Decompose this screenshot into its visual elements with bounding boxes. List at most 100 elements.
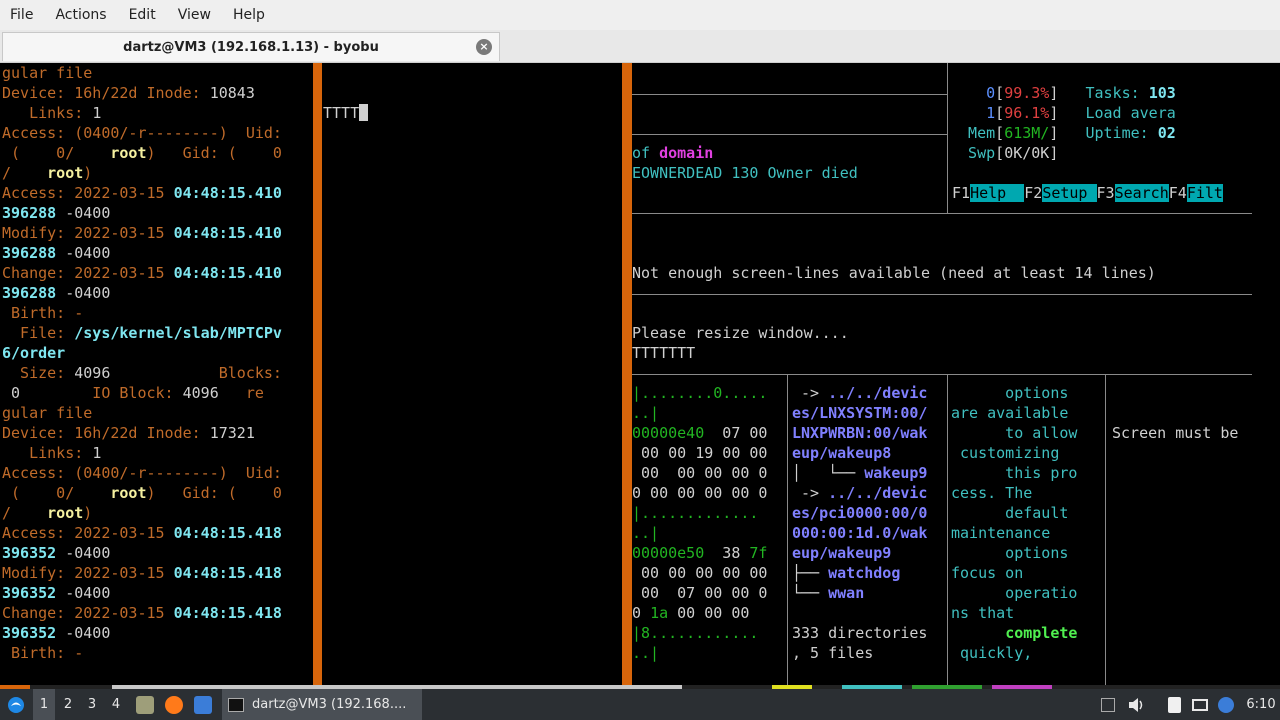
terminal-text: 613M/: [1004, 124, 1050, 142]
typed-text: TTTT: [323, 104, 360, 122]
terminal-text: 04:48:15.410: [173, 224, 282, 242]
fkey-f1[interactable]: F1: [952, 184, 970, 202]
firefox-icon: [165, 695, 183, 714]
file-manager-launcher[interactable]: [134, 689, 156, 720]
tree-line: eup/wakeup9: [792, 543, 944, 563]
tree-line: 000:00:1d.0/wak: [792, 523, 944, 543]
menu-file[interactable]: File: [2, 7, 41, 23]
tree-line: │ └── wakeup9: [792, 463, 944, 483]
terminal-text: /: [2, 164, 48, 182]
fkey-label[interactable]: Help: [970, 184, 1025, 202]
errno-pane[interactable]: of domain EOWNERDEAD 130 Owner died: [632, 143, 947, 183]
terminal-text: 00 00 00 00 0: [632, 464, 768, 482]
manpage-line: maintenance: [951, 523, 1103, 543]
terminal-area[interactable]: gular file Device: 16h/22d Inode: 10843 L…: [0, 63, 1280, 685]
desktop-launcher[interactable]: [192, 689, 214, 720]
terminal-text: 7f: [749, 544, 768, 562]
workspace-1[interactable]: 1: [33, 689, 55, 720]
tree-line: eup/wakeup8: [792, 443, 944, 463]
htop-pane[interactable]: 0[99.3%] Tasks: 103 1[96.1%] Load avera …: [950, 83, 1252, 163]
pane1-line: Modify: 2022-03-15 04:48:15.418: [2, 563, 312, 583]
htop-line: 0[99.3%] Tasks: 103: [950, 83, 1252, 103]
menu-view[interactable]: View: [170, 7, 219, 23]
manpage-line: default: [951, 503, 1103, 523]
pane1-line: 396288 -0400: [2, 283, 312, 303]
typing-pane[interactable]: TTTT: [323, 63, 621, 163]
terminal-text: ../../devic: [828, 384, 928, 402]
terminal-window-button[interactable]: dartz@VM3 (192.168....: [222, 689, 422, 720]
terminal-text: 1: [92, 444, 102, 462]
terminal-text: 04:48:15.410: [173, 264, 282, 282]
terminal-text: Access: 2022-03-15: [2, 184, 174, 202]
fkey-f3[interactable]: F3: [1097, 184, 1115, 202]
terminal-text: Birth: -: [2, 644, 84, 662]
terminal-text: default: [951, 504, 1069, 522]
pane1-line: 396288 -0400: [2, 203, 312, 223]
menu-actions[interactable]: Actions: [47, 7, 114, 23]
workspace-2[interactable]: 2: [57, 689, 79, 720]
menu-help[interactable]: Help: [225, 7, 273, 23]
screen-message-pane[interactable]: Screen must be: [1112, 383, 1252, 483]
fkey-label[interactable]: Search: [1114, 184, 1169, 202]
terminal-text: root: [47, 164, 84, 182]
pane-divider-right[interactable]: [622, 63, 632, 685]
workspace-4[interactable]: 4: [105, 689, 127, 720]
terminal-text: es/LNXSYSTM:00/: [792, 404, 928, 422]
tab-title: dartz@VM3 (192.168.1.13) - byobu: [123, 39, 379, 55]
fkey-f2[interactable]: F2: [1024, 184, 1042, 202]
terminal-text: 17321: [209, 424, 255, 442]
terminal-text: ns that: [951, 604, 1015, 622]
terminal-text: 96.1%: [1004, 104, 1050, 122]
pane1-line: 6/order: [2, 343, 312, 363]
terminal-text: 04:48:15.418: [173, 524, 282, 542]
terminal-text: gular file: [2, 404, 93, 422]
pane1-line: Access: (0400/-r--------) Uid:: [2, 463, 312, 483]
terminal-text: 1: [92, 104, 102, 122]
terminal-text: Uptime:: [1058, 124, 1158, 142]
terminal-text: 396288: [2, 244, 57, 262]
firefox-launcher[interactable]: [163, 689, 185, 720]
terminal-text: 00 07 00 00 0: [632, 584, 768, 602]
terminal-text: customizing: [951, 444, 1060, 462]
manpage-line: options: [951, 543, 1103, 563]
terminal-text: eup/wakeup9: [792, 544, 892, 562]
hexdump-line: 00 07 00 00 0: [632, 583, 786, 603]
stat-output-pane[interactable]: gular file Device: 16h/22d Inode: 10843 L…: [2, 63, 312, 663]
terminal-text: watchdog: [828, 564, 901, 582]
fkey-label[interactable]: Setup: [1042, 184, 1097, 202]
terminal-text: operatio: [951, 584, 1078, 602]
htop-fkeys[interactable]: F1Help F2Setup F3SearchF4Filt: [952, 183, 1252, 203]
hexdump-line: ..|: [632, 523, 786, 543]
workspace-3[interactable]: 3: [81, 689, 103, 720]
terminal-tab[interactable]: dartz@VM3 (192.168.1.13) - byobu ×: [2, 32, 500, 61]
network-icon[interactable]: [1190, 689, 1210, 720]
start-menu-button[interactable]: [4, 689, 28, 720]
pane1-line: Access: 2022-03-15 04:48:15.418: [2, 523, 312, 543]
pane1-line: Device: 16h/22d Inode: 10843: [2, 83, 312, 103]
volume-icon[interactable]: [1126, 689, 1146, 720]
tree-pane[interactable]: -> ../../devic es/LNXSYSTM:00/LNXPWRBN:00…: [792, 383, 944, 663]
pane1-line: Birth: -: [2, 643, 312, 663]
pane1-line: Links: 1: [2, 103, 312, 123]
terminal-text: -0400: [56, 284, 111, 302]
fkey-f4[interactable]: F4: [1169, 184, 1187, 202]
terminal-text: Tasks:: [1058, 84, 1149, 102]
clock[interactable]: 6:10: [1246, 689, 1276, 720]
update-notifier-icon[interactable]: [1216, 689, 1236, 720]
terminal-text: 00000e40: [632, 424, 705, 442]
hexdump-line: ..|: [632, 403, 786, 423]
pane-divider-left[interactable]: [313, 63, 322, 685]
manpage-line: customizing: [951, 443, 1103, 463]
fkey-label[interactable]: Filt: [1186, 184, 1223, 202]
manpage-line: ns that: [951, 603, 1103, 623]
clipboard-icon[interactable]: [1164, 689, 1184, 720]
hexdump-pane[interactable]: |........0..... ..| 00000e40 07 00 00 00 1…: [632, 383, 786, 663]
close-icon[interactable]: ×: [476, 39, 492, 55]
tray-removable-icon[interactable]: [1098, 689, 1118, 720]
terminal-text: quickly,: [951, 644, 1033, 662]
menu-edit[interactable]: Edit: [121, 7, 164, 23]
pane1-line: / root): [2, 503, 312, 523]
pane1-line: Device: 16h/22d Inode: 17321: [2, 423, 312, 443]
tree-line: , 5 files: [792, 643, 944, 663]
manpage-pane[interactable]: options are available to allow customizin…: [951, 383, 1103, 663]
